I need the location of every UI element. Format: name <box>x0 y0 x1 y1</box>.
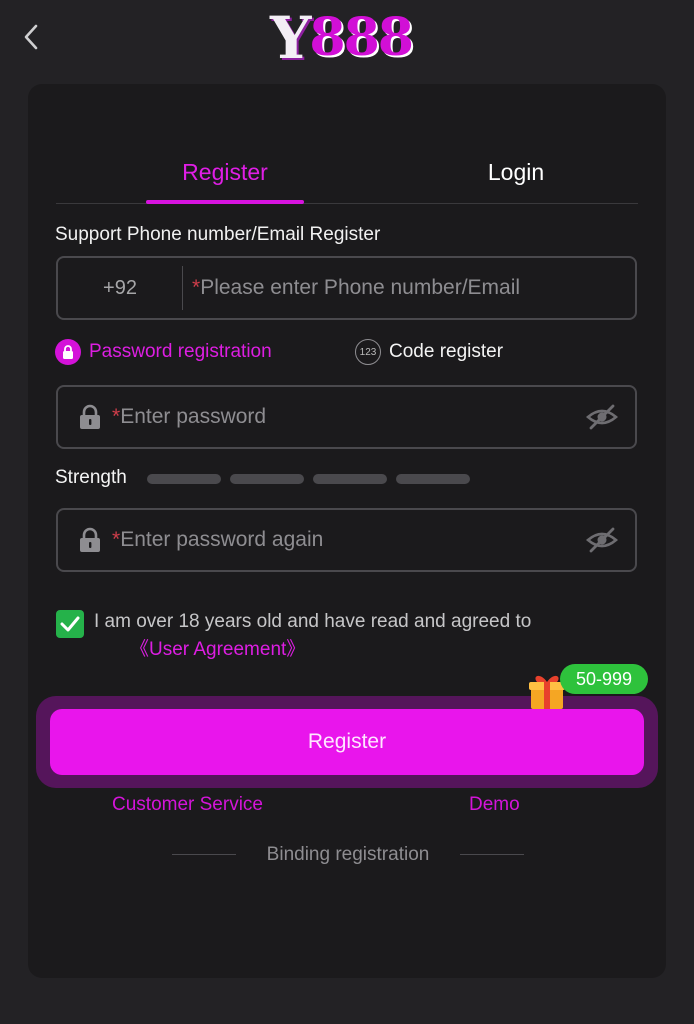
tab-login[interactable]: Login <box>436 140 596 204</box>
eye-slash-icon[interactable] <box>585 403 619 431</box>
confirm-password-input[interactable]: * Enter password again <box>112 510 323 570</box>
password-registration-option[interactable]: Password registration <box>55 338 272 366</box>
lock-icon <box>80 404 100 429</box>
agreement-row: I am over 18 years old and have read and… <box>56 608 616 666</box>
binding-registration-label[interactable]: Binding registration <box>172 840 524 870</box>
phone-email-input[interactable]: * Please enter Phone number/Email <box>192 258 520 318</box>
divider-line <box>460 854 524 855</box>
password-strength: Strength <box>55 465 555 491</box>
lock-icon <box>80 527 100 552</box>
strength-bar <box>230 474 304 484</box>
password-input[interactable]: * Enter password <box>112 387 266 447</box>
code-123-icon: 123 <box>355 339 381 365</box>
required-mark: * <box>112 528 121 551</box>
checkmark-icon <box>60 616 80 632</box>
registration-mode-row: Password registration 123 Code register <box>55 338 637 366</box>
password-field[interactable]: * Enter password <box>56 385 637 449</box>
auth-tabs: Register Login <box>56 140 638 204</box>
code-register-label: Code register <box>389 341 504 362</box>
confirm-password-field[interactable]: * Enter password again <box>56 508 637 572</box>
demo-link[interactable]: Demo <box>469 790 520 820</box>
strength-bar <box>396 474 470 484</box>
user-agreement-link[interactable]: 《User Agreement》 <box>130 636 305 664</box>
logo-number: 888 <box>309 7 414 68</box>
section-label: Support Phone number/Email Register <box>55 224 381 245</box>
back-button[interactable] <box>14 20 48 54</box>
required-mark: * <box>192 276 201 299</box>
strength-bar <box>313 474 387 484</box>
phone-email-field[interactable]: +92 * Please enter Phone number/Email <box>56 256 637 320</box>
lock-icon <box>55 339 81 365</box>
agreement-text: I am over 18 years old and have read and… <box>94 611 532 632</box>
brand-logo: Y 888 <box>266 2 416 74</box>
code-register-option[interactable]: 123 Code register <box>355 338 503 366</box>
field-divider <box>182 266 183 310</box>
tab-register[interactable]: Register <box>146 140 304 204</box>
auth-card: Register Login Support Phone number/Emai… <box>28 84 666 978</box>
required-mark: * <box>112 405 121 428</box>
bonus-badge: 50-999 <box>560 664 648 694</box>
customer-service-link[interactable]: Customer Service <box>112 790 263 820</box>
binding-registration: Binding registration <box>172 840 524 870</box>
country-code-selector[interactable]: +92 <box>58 258 182 318</box>
logo-letter: Y <box>270 4 311 72</box>
password-placeholder: Enter password <box>120 405 267 428</box>
register-button[interactable]: Register <box>50 709 644 775</box>
confirm-password-placeholder: Enter password again <box>120 528 324 551</box>
strength-label: Strength <box>55 467 127 488</box>
agreement-checkbox[interactable] <box>56 610 84 638</box>
password-registration-label: Password registration <box>89 341 272 362</box>
phone-email-placeholder: Please enter Phone number/Email <box>200 276 521 299</box>
chevron-left-icon <box>24 24 38 50</box>
active-tab-indicator <box>146 200 304 204</box>
eye-slash-icon[interactable] <box>585 526 619 554</box>
strength-bar <box>147 474 221 484</box>
